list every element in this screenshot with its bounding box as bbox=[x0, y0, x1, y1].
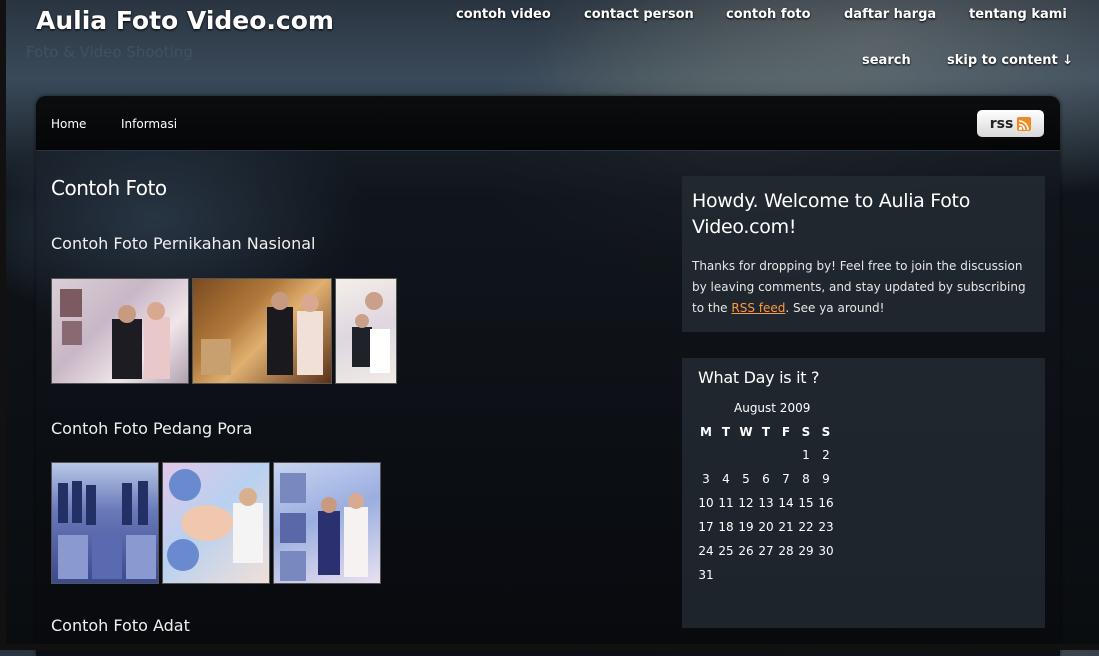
calendar-body: 1 2 3 4 5 6 7 8 9 10 11 12 13 14 15 16 17 18 19 20 21 22 23 24 2… bbox=[696, 443, 836, 587]
calendar-day-header: S bbox=[821, 424, 831, 439]
rss-label: rss bbox=[989, 115, 1014, 132]
calendar-day-header: S bbox=[801, 424, 811, 439]
calendar-widget-title: What Day is it ? bbox=[698, 368, 820, 387]
calendar-day: 10 bbox=[698, 496, 714, 510]
welcome-text: Thanks for dropping by! Feel free to joi… bbox=[692, 256, 1037, 319]
calendar-day: 13 bbox=[758, 496, 774, 510]
section-title-pedang-pora[interactable]: Contoh Foto Pedang Pora bbox=[51, 419, 252, 438]
rss-feed-icon bbox=[1017, 116, 1032, 131]
calendar-day: 1 bbox=[802, 448, 810, 462]
photo-thumbnail[interactable] bbox=[51, 462, 159, 584]
calendar-day: 4 bbox=[722, 472, 730, 486]
nav-contact-person[interactable]: contact person bbox=[584, 7, 694, 22]
page-title: Contoh Foto bbox=[51, 176, 167, 200]
calendar-day: 14 bbox=[778, 496, 794, 510]
photo-thumbnail[interactable] bbox=[335, 278, 397, 384]
search-link[interactable]: search bbox=[862, 53, 911, 68]
calendar-day: 7 bbox=[782, 472, 790, 486]
nav-tentang-kami[interactable]: tentang kami bbox=[969, 7, 1067, 22]
photo-thumbnail[interactable] bbox=[162, 462, 270, 584]
rss-button[interactable]: rss bbox=[977, 110, 1044, 137]
window-frame-left bbox=[0, 0, 6, 650]
calendar-day-header: M bbox=[700, 424, 712, 439]
calendar-day-header: W bbox=[739, 424, 753, 439]
site-tagline: Foto & Video Shooting bbox=[26, 43, 193, 61]
calendar-day: 28 bbox=[778, 544, 794, 558]
calendar-day bbox=[816, 563, 836, 587]
calendar-day: 31 bbox=[698, 568, 714, 582]
calendar-day bbox=[716, 443, 736, 467]
photo-thumbnail[interactable] bbox=[273, 462, 381, 584]
calendar-day: 3 bbox=[702, 472, 710, 486]
calendar-day bbox=[696, 443, 716, 467]
calendar-day: 22 bbox=[798, 520, 814, 534]
section-title-adat[interactable]: Contoh Foto Adat bbox=[51, 616, 190, 635]
photo-thumbnail[interactable] bbox=[51, 278, 189, 384]
menu-item-informasi[interactable]: Informasi bbox=[121, 117, 177, 131]
calendar-day: 24 bbox=[698, 544, 714, 558]
nav-contoh-video[interactable]: contoh video bbox=[456, 7, 551, 22]
calendar-day: 20 bbox=[758, 520, 774, 534]
calendar-day: 25 bbox=[718, 544, 734, 558]
site-title[interactable]: Aulia Foto Video.com bbox=[36, 6, 334, 35]
calendar-day: 5 bbox=[742, 472, 750, 486]
window-frame-bottom bbox=[0, 644, 1099, 650]
calendar-day: 16 bbox=[818, 496, 834, 510]
calendar-header-row: M T W T F S S bbox=[696, 420, 836, 443]
rss-feed-link[interactable]: RSS feed bbox=[731, 301, 785, 315]
welcome-title: Howdy. Welcome to Aulia Foto Video.com! bbox=[692, 190, 971, 238]
calendar-day bbox=[736, 443, 756, 467]
section-title-pernikahan-nasional[interactable]: Contoh Foto Pernikahan Nasional bbox=[51, 234, 315, 253]
calendar-day bbox=[756, 443, 776, 467]
calendar-day: 6 bbox=[762, 472, 770, 486]
calendar-day bbox=[776, 443, 796, 467]
menu-item-home[interactable]: Home bbox=[51, 117, 86, 131]
welcome-widget: Howdy. Welcome to Aulia Foto Video.com! … bbox=[682, 176, 1045, 332]
calendar-widget: What Day is it ? August 2009 M T W T F S… bbox=[682, 358, 1045, 628]
calendar-day bbox=[796, 563, 816, 587]
calendar-week-row: 12 bbox=[696, 443, 836, 467]
calendar-day: 27 bbox=[758, 544, 774, 558]
calendar-day-header: T bbox=[761, 424, 771, 439]
calendar-week-row: 10 11 12 13 14 15 16 bbox=[696, 491, 836, 515]
calendar-day: 15 bbox=[798, 496, 814, 510]
calendar-table: M T W T F S S 1 2 3 4 5 6 7 8 9 10 11 12 13 14 15 16 17 1… bbox=[696, 420, 836, 587]
content-container: Home Informasi rss Contoh Foto Contoh Fo… bbox=[36, 96, 1060, 656]
calendar-day: 23 bbox=[818, 520, 834, 534]
calendar-day: 29 bbox=[798, 544, 814, 558]
calendar-day: 19 bbox=[738, 520, 754, 534]
calendar-day-header: F bbox=[781, 424, 791, 439]
calendar-day: 17 bbox=[698, 520, 714, 534]
calendar-day: 18 bbox=[718, 520, 734, 534]
menu-bar: Home Informasi rss bbox=[36, 96, 1060, 151]
calendar-day bbox=[776, 563, 796, 587]
skip-to-content-link[interactable]: skip to content ↓ bbox=[947, 53, 1073, 68]
calendar-day: 21 bbox=[778, 520, 794, 534]
nav-contoh-foto[interactable]: contoh foto bbox=[726, 7, 811, 22]
calendar-month: August 2009 bbox=[734, 401, 811, 415]
calendar-day bbox=[716, 563, 736, 587]
calendar-day: 26 bbox=[738, 544, 754, 558]
calendar-day: 2 bbox=[822, 448, 830, 462]
calendar-day: 11 bbox=[718, 496, 734, 510]
calendar-week-row: 31 bbox=[696, 563, 836, 587]
calendar-day: 9 bbox=[822, 472, 830, 486]
calendar-day bbox=[756, 563, 776, 587]
calendar-day bbox=[736, 563, 756, 587]
calendar-week-row: 17 18 19 20 21 22 23 bbox=[696, 515, 836, 539]
calendar-week-row: 3456789 bbox=[696, 467, 836, 491]
calendar-week-row: 24 25 26 27 28 29 30 bbox=[696, 539, 836, 563]
nav-daftar-harga[interactable]: daftar harga bbox=[844, 7, 936, 22]
calendar-day: 12 bbox=[738, 496, 754, 510]
calendar-day: 8 bbox=[802, 472, 810, 486]
calendar-day-header: T bbox=[721, 424, 731, 439]
calendar-day: 30 bbox=[818, 544, 834, 558]
photo-thumbnail[interactable] bbox=[192, 278, 332, 384]
welcome-text-part: . See ya around! bbox=[785, 301, 885, 315]
